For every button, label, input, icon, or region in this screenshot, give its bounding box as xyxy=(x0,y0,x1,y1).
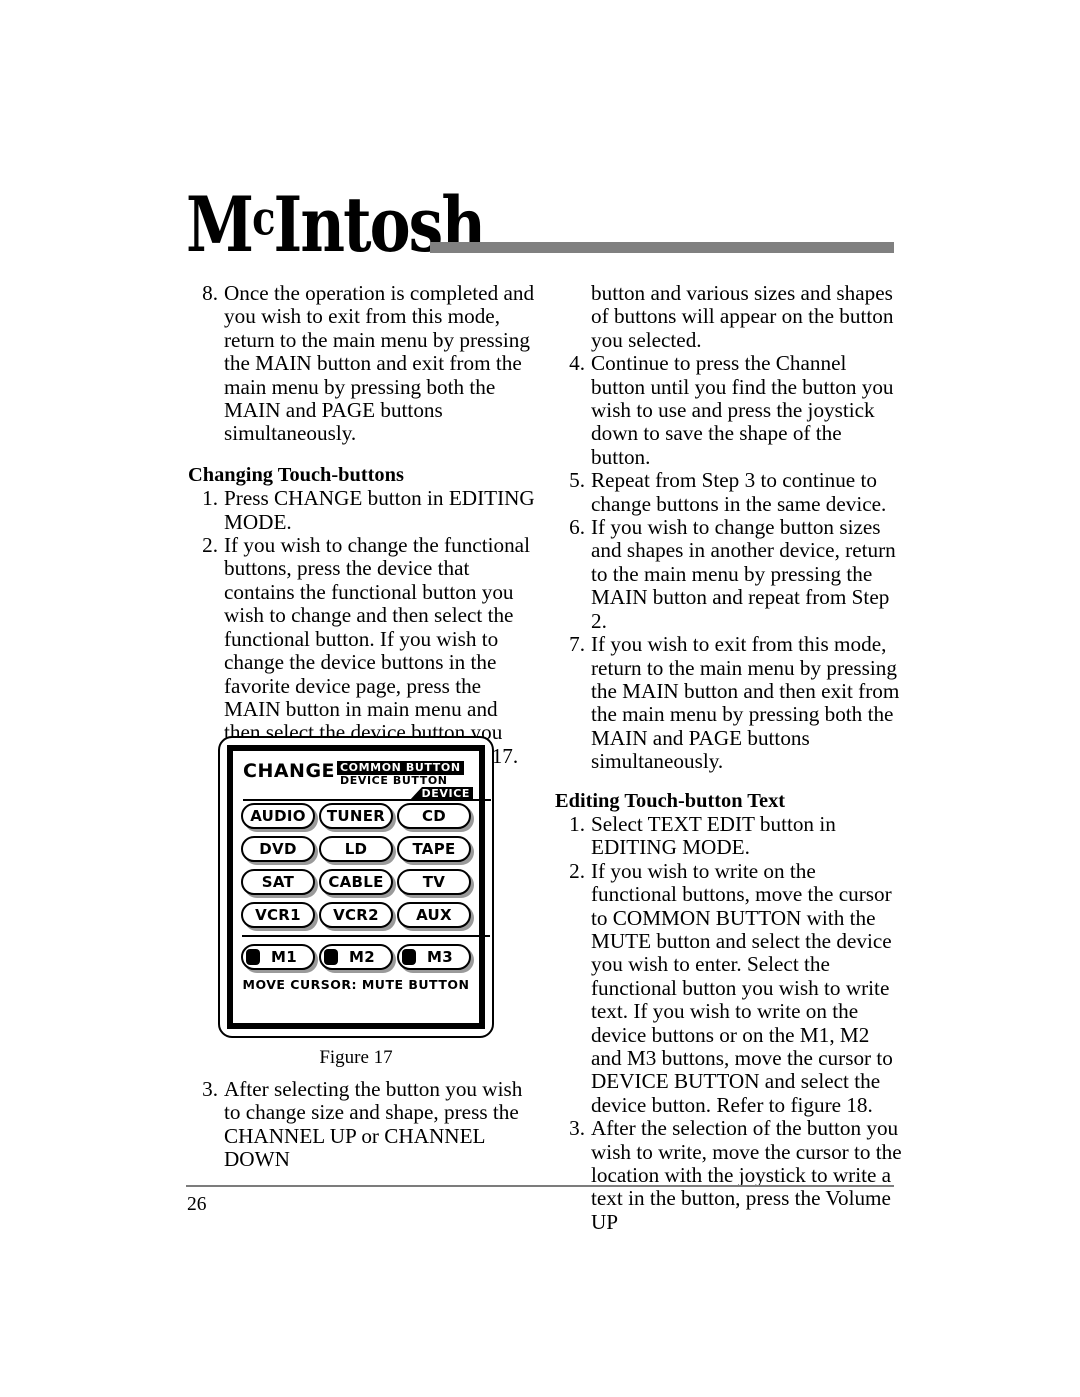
step-text: Continue to press the Channel button unt… xyxy=(591,351,894,469)
touch-button-vcr1[interactable]: VCR1 xyxy=(241,902,315,928)
list-item: 1. Press CHANGE button in EDITING MODE. xyxy=(188,486,538,534)
remote-lcd-bezel: CHANGE COMMON BUTTON DEVICE BUTTON DEVIC… xyxy=(218,736,494,1038)
footer-divider xyxy=(186,1185,894,1187)
logo-remainder: Intosh xyxy=(273,181,486,271)
page-number: 26 xyxy=(187,1194,207,1215)
step-number: 6. xyxy=(569,515,585,540)
step-number: 3. xyxy=(202,1077,218,1101)
touch-button-m1[interactable]: M1 xyxy=(241,944,315,970)
list-item: 5. Repeat from Step 3 to continue to chan… xyxy=(555,468,905,516)
list-item: 4. Continue to press the Channel button u… xyxy=(555,351,905,469)
touch-button-m2-label: M2 xyxy=(349,948,375,966)
step-text: If you wish to change button sizes and s… xyxy=(591,515,896,633)
list-item: 6. If you wish to change button sizes and… xyxy=(555,515,905,633)
touch-button-tv[interactable]: TV xyxy=(397,869,471,895)
list-item: 2. If you wish to change the functional b… xyxy=(188,533,538,768)
lcd-title: CHANGE xyxy=(243,760,336,782)
step-number: 7. xyxy=(569,632,585,657)
figure-17: CHANGE COMMON BUTTON DEVICE BUTTON DEVIC… xyxy=(218,736,508,1069)
button-row: VCR1 VCR2 AUX xyxy=(241,902,471,928)
masthead-rule xyxy=(430,242,894,253)
touch-button-aux[interactable]: AUX xyxy=(397,902,471,928)
logo-initial: M xyxy=(186,181,254,271)
mcintosh-logo: McIntosh xyxy=(186,178,486,271)
step-text: If you wish to write on the functional b… xyxy=(591,858,893,1117)
list-item: 7. If you wish to exit from this mode, re… xyxy=(555,632,905,774)
step-text: If you wish to exit from this mode, retu… xyxy=(591,632,900,774)
button-row: AUDIO TUNER CD xyxy=(241,803,471,829)
memory-indicator-icon xyxy=(246,949,260,965)
step-text: Once the operation is completed and you … xyxy=(224,281,535,446)
touch-button-cable[interactable]: CABLE xyxy=(319,869,393,895)
lcd-header-divider xyxy=(243,799,491,801)
step-text: Select TEXT EDIT button in EDITING MODE. xyxy=(591,811,836,860)
lcd-header: CHANGE COMMON BUTTON DEVICE BUTTON DEVIC… xyxy=(241,757,491,801)
step-number: 4. xyxy=(569,351,585,376)
step-text: Press CHANGE button in EDITING MODE. xyxy=(224,486,535,534)
step-number: 8. xyxy=(202,281,218,305)
touch-button-dvd[interactable]: DVD xyxy=(241,836,315,862)
touch-button-m3-label: M3 xyxy=(427,948,453,966)
memory-indicator-icon xyxy=(324,949,338,965)
right-steps: 4. Continue to press the Channel button u… xyxy=(555,351,905,774)
list-item: 8. Once the operation is completed and yo… xyxy=(188,281,538,446)
step-text: After selecting the button you wish to c… xyxy=(224,1077,523,1172)
remote-lcd-screen: CHANGE COMMON BUTTON DEVICE BUTTON DEVIC… xyxy=(227,745,491,1029)
left-column-lower: 3. After selecting the button you wish to… xyxy=(188,1077,538,1172)
step-number: 5. xyxy=(569,468,585,493)
right-column: button and various sizes and shapes of b… xyxy=(555,281,905,1234)
step-number: 2. xyxy=(202,533,218,558)
button-row: DVD LD TAPE xyxy=(241,836,471,862)
step-text: If you wish to change the functional but… xyxy=(224,533,530,768)
memory-indicator-icon xyxy=(402,949,416,965)
right-continued-paragraph: button and various sizes and shapes of b… xyxy=(591,281,894,352)
list-item: 3. After the selection of the button you … xyxy=(555,1116,905,1234)
touch-button-vcr2[interactable]: VCR2 xyxy=(319,902,393,928)
left-column: 8. Once the operation is completed and yo… xyxy=(188,281,538,768)
logo-superscript: c xyxy=(252,190,275,247)
lcd-footer-hint: MOVE CURSOR: MUTE BUTTON xyxy=(242,977,470,992)
step-number: 1. xyxy=(202,486,218,511)
touch-button-tuner[interactable]: TUNER xyxy=(319,803,393,829)
touch-button-ld[interactable]: LD xyxy=(319,836,393,862)
section-heading-changing-touch-buttons: Changing Touch-buttons xyxy=(188,463,404,486)
changing-touch-buttons-steps: 1. Press CHANGE button in EDITING MODE. 2… xyxy=(188,486,538,768)
touch-button-m3[interactable]: M3 xyxy=(397,944,471,970)
device-button-tag[interactable]: DEVICE BUTTON xyxy=(340,775,448,787)
touch-button-m2[interactable]: M2 xyxy=(319,944,393,970)
step-number: 3. xyxy=(569,1116,585,1141)
document-page: McIntosh 8. Once the operation is complet… xyxy=(0,0,1080,1397)
memory-row-divider xyxy=(242,935,490,937)
common-button-tag[interactable]: COMMON BUTTON xyxy=(337,761,464,775)
touch-button-sat[interactable]: SAT xyxy=(241,869,315,895)
touch-button-tape[interactable]: TAPE xyxy=(397,836,471,862)
memory-button-row: M1 M2 M3 xyxy=(241,944,471,970)
list-item: 2. If you wish to write on the functional… xyxy=(555,858,905,1117)
section-heading-editing-touch-button-text: Editing Touch-button Text xyxy=(555,789,786,812)
masthead: McIntosh xyxy=(186,178,894,267)
step-number: 1. xyxy=(569,811,585,836)
touch-button-audio[interactable]: AUDIO xyxy=(241,803,315,829)
step-text: After the selection of the button you wi… xyxy=(591,1116,902,1234)
figure-caption: Figure 17 xyxy=(319,1047,393,1068)
step-number: 2. xyxy=(569,858,585,883)
touch-button-cd[interactable]: CD xyxy=(397,803,471,829)
list-item: 1. Select TEXT EDIT button in EDITING MOD… xyxy=(555,811,905,860)
touch-button-m1-label: M1 xyxy=(271,948,297,966)
device-button-grid: AUDIO TUNER CD DVD LD TAPE SAT CABLE TV xyxy=(241,803,490,992)
left-continued-steps: 8. Once the operation is completed and yo… xyxy=(188,281,538,446)
list-item: 3. After selecting the button you wish to… xyxy=(188,1077,538,1172)
changing-touch-buttons-steps-continued: 3. After selecting the button you wish to… xyxy=(188,1077,538,1172)
button-row: SAT CABLE TV xyxy=(241,869,471,895)
step-text: Repeat from Step 3 to continue to change… xyxy=(591,468,887,516)
editing-touch-button-text-steps: 1. Select TEXT EDIT button in EDITING MOD… xyxy=(555,811,905,1234)
